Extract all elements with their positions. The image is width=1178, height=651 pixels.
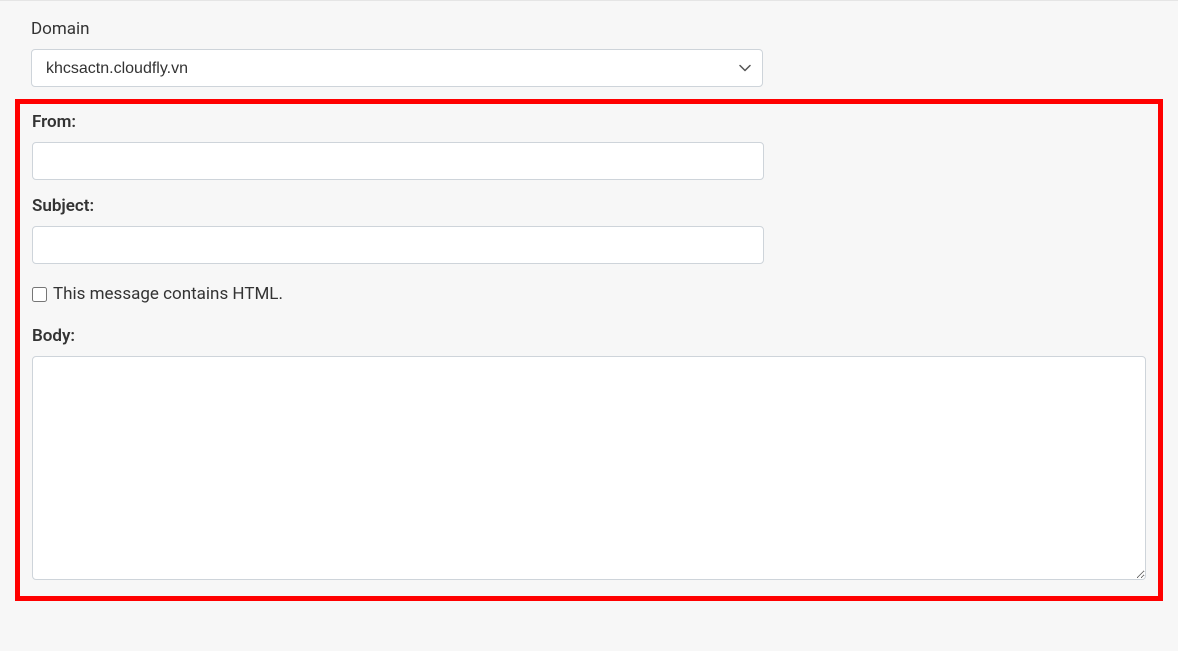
body-textarea[interactable] bbox=[32, 356, 1146, 580]
domain-select[interactable]: khcsactn.cloudfly.vn bbox=[31, 49, 763, 87]
subject-label: Subject: bbox=[32, 196, 1146, 216]
domain-select-wrapper: khcsactn.cloudfly.vn bbox=[31, 49, 763, 87]
highlighted-form-section: From: Subject: This message contains HTM… bbox=[15, 99, 1163, 601]
from-label: From: bbox=[32, 112, 1146, 132]
html-checkbox[interactable] bbox=[32, 287, 47, 302]
domain-label: Domain bbox=[31, 19, 1147, 39]
subject-input[interactable] bbox=[32, 226, 764, 264]
body-label: Body: bbox=[32, 326, 1146, 346]
html-checkbox-label: This message contains HTML. bbox=[53, 284, 283, 304]
subject-group: Subject: bbox=[32, 196, 1146, 264]
html-checkbox-group: This message contains HTML. bbox=[32, 284, 1146, 304]
body-group: Body: bbox=[32, 326, 1146, 584]
from-group: From: bbox=[32, 112, 1146, 180]
domain-section: Domain khcsactn.cloudfly.vn bbox=[0, 1, 1178, 99]
form-container: Domain khcsactn.cloudfly.vn From: Subjec… bbox=[0, 0, 1178, 651]
from-input[interactable] bbox=[32, 142, 764, 180]
